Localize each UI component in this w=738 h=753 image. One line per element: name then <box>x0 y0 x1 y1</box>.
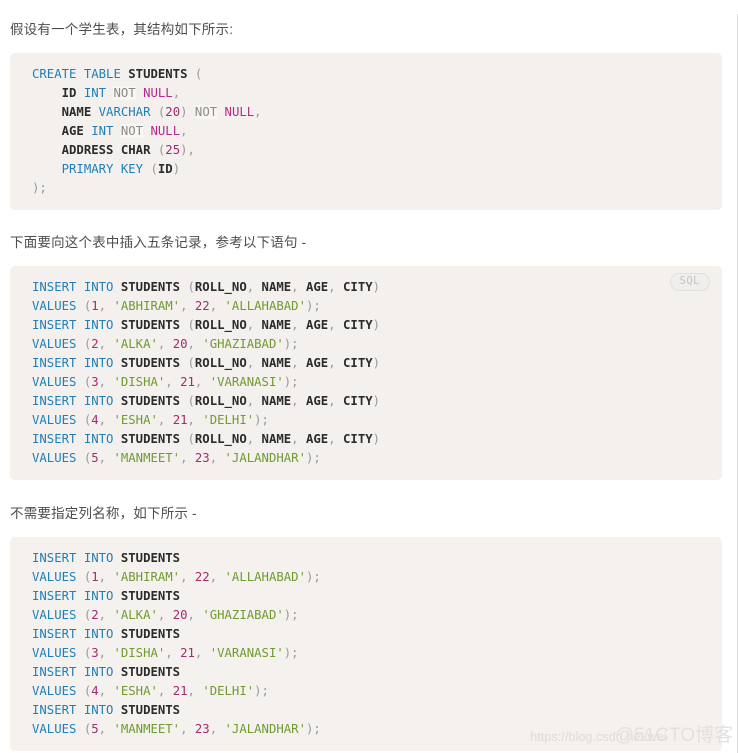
paragraph-intro: 假设有一个学生表，其结构如下所示: <box>10 21 234 37</box>
code-block-insert-without-columns: INSERT INTO STUDENTS VALUES (1, 'ABHIRAM… <box>10 537 722 751</box>
language-badge-sql[interactable]: SQL <box>669 273 710 291</box>
paragraph-no-columns: 不需要指定列名称，如下所示 - <box>10 505 197 521</box>
code-content-create-table[interactable]: CREATE TABLE STUDENTS ( ID INT NOT NULL,… <box>32 65 708 198</box>
code-block-insert-with-columns: SQL INSERT INTO STUDENTS (ROLL_NO, NAME,… <box>10 266 722 480</box>
code-block-create-table: CREATE TABLE STUDENTS ( ID INT NOT NULL,… <box>10 53 722 210</box>
code-content-insert-without-columns[interactable]: INSERT INTO STUDENTS VALUES (1, 'ABHIRAM… <box>32 549 708 739</box>
document-page: 假设有一个学生表，其结构如下所示: CREATE TABLE STUDENTS … <box>0 13 738 753</box>
code-content-insert-with-columns[interactable]: INSERT INTO STUDENTS (ROLL_NO, NAME, AGE… <box>32 278 708 468</box>
paragraph-insert-five: 下面要向这个表中插入五条记录，参考以下语句 - <box>10 234 307 250</box>
